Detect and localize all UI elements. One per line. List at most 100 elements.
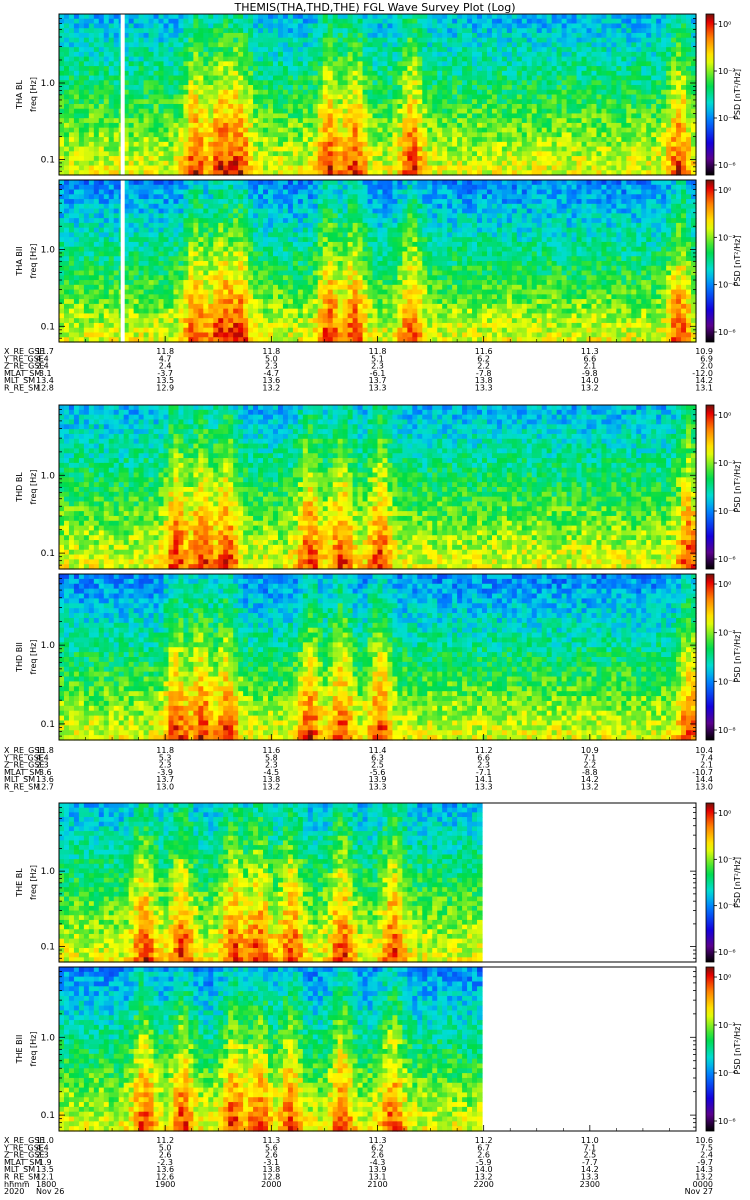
spectrogram-cell xyxy=(442,137,448,142)
spectrogram-cell xyxy=(218,151,224,156)
spectrogram-cell xyxy=(348,123,354,128)
spectrogram-cell xyxy=(188,128,194,133)
spectrogram-cell xyxy=(547,14,553,19)
spectrogram-cell xyxy=(447,166,453,171)
spectrogram-cell xyxy=(412,151,418,156)
spectrogram-cell xyxy=(338,14,344,19)
spectrogram-cell xyxy=(338,104,344,109)
spectrogram-cell xyxy=(382,151,388,156)
spectrogram-cell xyxy=(278,71,284,76)
spectrogram-cell xyxy=(527,113,533,118)
spectrogram-cell xyxy=(477,95,483,100)
spectrogram-cell xyxy=(308,142,314,147)
spectrogram-cell xyxy=(129,61,135,66)
spectrogram-cell xyxy=(268,66,274,71)
spectrogram-cell xyxy=(557,28,563,33)
spectrogram-cell xyxy=(213,71,219,76)
spectrogram-cell xyxy=(591,151,597,156)
spectrogram-cell xyxy=(104,66,110,71)
spectrogram-cell xyxy=(582,66,588,71)
spectrogram-cell xyxy=(502,132,508,137)
spectrogram-cell xyxy=(587,147,593,152)
spectrogram-cell xyxy=(467,47,473,52)
spectrogram-cell xyxy=(552,23,558,28)
figure-title: THEMIS(THA,THD,THE) FGL Wave Survey Plot… xyxy=(233,1,515,14)
spectrogram-cell xyxy=(288,151,294,156)
spectrogram-cell xyxy=(213,52,219,57)
spectrogram-cell xyxy=(552,104,558,109)
spectrogram-cell xyxy=(382,42,388,47)
spectrogram-cell xyxy=(149,42,155,47)
spectrogram-cell xyxy=(263,132,269,137)
spectrogram-cell xyxy=(562,104,568,109)
spectrogram-cell xyxy=(104,137,110,142)
spectrogram-cell xyxy=(452,161,458,166)
spectrogram-cell xyxy=(442,71,448,76)
spectrogram-cell xyxy=(248,109,254,114)
panel-tha-bl: 0.11.0THA BL freq [Hz]10⁰10⁻²10⁻⁴10⁻⁶PSD … xyxy=(15,14,742,176)
spectrogram-cell xyxy=(253,161,259,166)
wave-survey-figure: THEMIS(THA,THD,THE) FGL Wave Survey Plot… xyxy=(0,0,750,1200)
spectrogram-cell xyxy=(353,95,359,100)
spectrogram-cell xyxy=(218,28,224,33)
spectrogram-cell xyxy=(392,33,398,38)
spectrogram-cell xyxy=(427,142,433,147)
spectrogram-cell xyxy=(353,166,359,171)
spectrogram-cell xyxy=(168,19,174,24)
spectrogram-cell xyxy=(527,52,533,57)
spectrogram-cell xyxy=(373,137,379,142)
spectrogram-cell xyxy=(273,57,279,62)
spectrogram-cell xyxy=(129,151,135,156)
spectrogram-cell xyxy=(363,52,369,57)
spectrogram-cell xyxy=(243,137,249,142)
spectrogram-cell xyxy=(492,28,498,33)
spectrogram-cell xyxy=(208,123,214,128)
spectrogram-cell xyxy=(392,123,398,128)
spectrogram-cell xyxy=(382,123,388,128)
spectrogram-cell xyxy=(243,33,249,38)
spectrogram-cell xyxy=(198,61,204,66)
spectrogram-cell xyxy=(99,123,105,128)
spectrogram-cell xyxy=(537,28,543,33)
spectrogram-cell xyxy=(89,166,95,171)
spectrogram-cell xyxy=(482,28,488,33)
spectrogram-cell xyxy=(243,151,249,156)
spectrogram-cell xyxy=(263,118,269,123)
spectrogram-cell xyxy=(303,52,309,57)
spectrogram-cell xyxy=(253,123,259,128)
spectrogram-cell xyxy=(542,42,548,47)
spectrogram-cell xyxy=(318,14,324,19)
spectrogram-cell xyxy=(313,42,319,47)
spectrogram-cell xyxy=(283,57,289,62)
spectrogram-cell xyxy=(94,104,100,109)
spectrogram-cell xyxy=(164,71,170,76)
spectrogram-cell xyxy=(258,28,264,33)
spectrogram-cell xyxy=(487,23,493,28)
spectrogram-cell xyxy=(139,71,145,76)
spectrogram-cell xyxy=(208,28,214,33)
spectrogram-cell xyxy=(591,156,597,161)
spectrogram-cell xyxy=(387,57,393,62)
spectrogram-cell xyxy=(188,61,194,66)
spectrogram-cell xyxy=(104,156,110,161)
spectrogram-cell xyxy=(144,142,150,147)
spectrogram-cell xyxy=(487,42,493,47)
spectrogram-cell xyxy=(218,61,224,66)
spectrogram-cell xyxy=(572,85,578,90)
spectrogram-cell xyxy=(437,71,443,76)
spectrogram-cell xyxy=(223,52,229,57)
spectrogram-cell xyxy=(238,123,244,128)
spectrogram-cell xyxy=(587,71,593,76)
spectrogram-cell xyxy=(323,61,329,66)
spectrogram-cell xyxy=(263,38,269,43)
spectrogram-cell xyxy=(527,71,533,76)
spectrogram-cell xyxy=(582,42,588,47)
spectrogram-cell xyxy=(144,109,150,114)
spectrogram-cell xyxy=(477,57,483,62)
spectrogram-cell xyxy=(183,118,189,123)
spectrogram-cell xyxy=(263,52,269,57)
spectrogram-cell xyxy=(243,80,249,85)
spectrogram-cell xyxy=(198,147,204,152)
spectrogram-cell xyxy=(293,109,299,114)
spectrogram-cell xyxy=(467,118,473,123)
